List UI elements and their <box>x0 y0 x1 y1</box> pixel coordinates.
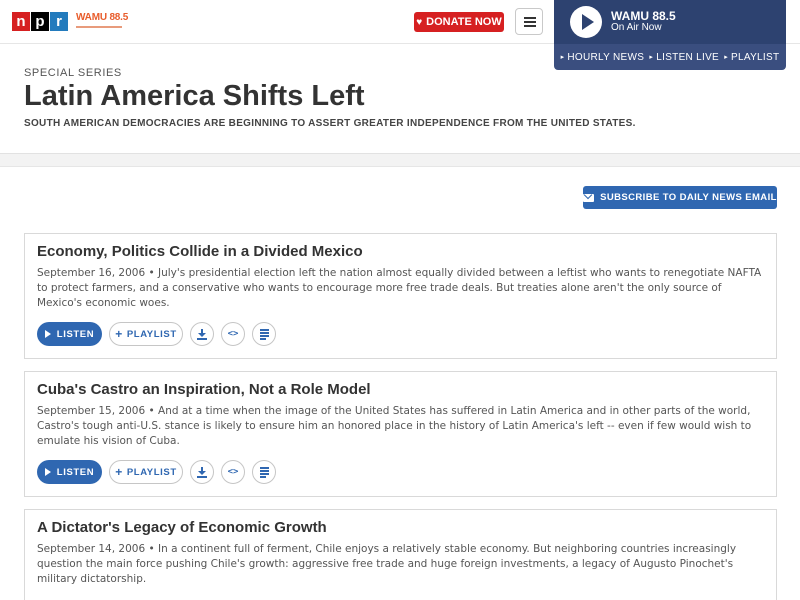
wamu-logo-text: WAMU 88.5 <box>76 12 129 23</box>
transcript-icon <box>259 329 269 340</box>
page-title: Latin America Shifts Left <box>24 80 365 112</box>
story-teaser: September 15, 2006 • And at a time when … <box>37 405 752 447</box>
subscribe-button[interactable]: SUBSCRIBE TO DAILY NEWS EMAIL <box>583 186 777 209</box>
story-date: September 16, 2006 <box>37 267 146 279</box>
header-divider <box>0 153 800 167</box>
embed-button[interactable]: <> <box>221 460 245 484</box>
playlist-label: PLAYLIST <box>126 328 177 340</box>
page-subtitle: SOUTH AMERICAN DEMOCRACIES ARE BEGINNING… <box>24 118 636 129</box>
hourly-news-link[interactable]: ▸ HOURLY NEWS <box>561 50 645 64</box>
story-card: Cuba's Castro an Inspiration, Not a Role… <box>24 371 777 497</box>
embed-button[interactable]: <> <box>221 322 245 346</box>
story-date: September 14, 2006 <box>37 543 146 555</box>
player-links: ▸ HOURLY NEWS ▸ LISTEN LIVE ▸ PLAYLIST <box>554 50 786 64</box>
listen-button[interactable]: LISTEN <box>37 460 102 484</box>
story-actions: LISTEN + PLAYLIST <> <box>37 322 276 346</box>
story-teaser-text: July's presidential election left the na… <box>37 267 762 309</box>
embed-icon: <> <box>227 329 239 339</box>
npr-logo[interactable]: n p r <box>12 12 69 31</box>
story-teaser-text: And at a time when the image of the Unit… <box>37 405 752 447</box>
plus-icon: + <box>115 465 123 479</box>
play-icon <box>582 14 594 30</box>
story-actions: LISTEN + PLAYLIST <> <box>37 460 276 484</box>
add-to-playlist-button[interactable]: + PLAYLIST <box>109 322 183 346</box>
transcript-button[interactable] <box>252 460 276 484</box>
story-teaser: September 14, 2006 • In a continent full… <box>37 543 737 585</box>
caret-right-icon: ▸ <box>560 54 565 61</box>
plus-icon: + <box>115 327 123 341</box>
caret-right-icon: ▸ <box>724 54 729 61</box>
player-station-name: WAMU 88.5 <box>611 9 676 23</box>
embed-icon: <> <box>227 467 239 477</box>
play-icon <box>44 330 51 338</box>
playlist-link-label: PLAYLIST <box>731 51 780 63</box>
npr-logo-n: n <box>12 12 30 31</box>
download-icon <box>197 466 207 478</box>
wamu-logo-rule <box>76 26 122 28</box>
listen-label: LISTEN <box>56 466 95 478</box>
transcript-icon <box>259 467 269 478</box>
listen-label: LISTEN <box>56 328 95 340</box>
transcript-button[interactable] <box>252 322 276 346</box>
series-label[interactable]: SPECIAL SERIES <box>24 67 122 79</box>
story-date: September 15, 2006 <box>37 405 146 417</box>
hourly-news-label: HOURLY NEWS <box>567 51 645 63</box>
subscribe-label: SUBSCRIBE TO DAILY NEWS EMAIL <box>600 192 777 203</box>
download-button[interactable] <box>190 460 214 484</box>
mail-icon <box>583 193 595 202</box>
listen-live-label: LISTEN LIVE <box>656 51 720 63</box>
player-header: WAMU 88.5 On Air Now <box>554 0 786 44</box>
story-card: Economy, Politics Collide in a Divided M… <box>24 233 777 359</box>
story-title[interactable]: A Dictator's Legacy of Economic Growth <box>37 519 327 536</box>
download-button[interactable] <box>190 322 214 346</box>
playlist-label: PLAYLIST <box>126 466 177 478</box>
player-status: On Air Now <box>611 22 662 33</box>
play-button[interactable] <box>570 6 602 38</box>
story-title[interactable]: Economy, Politics Collide in a Divided M… <box>37 243 363 260</box>
listen-button[interactable]: LISTEN <box>37 322 102 346</box>
heart-icon: ♥ <box>416 16 423 28</box>
donate-label: DONATE NOW <box>426 16 502 28</box>
playlist-link[interactable]: ▸ PLAYLIST <box>724 50 779 64</box>
add-to-playlist-button[interactable]: + PLAYLIST <box>109 460 183 484</box>
caret-right-icon: ▸ <box>649 54 654 61</box>
donate-button[interactable]: ♥ DONATE NOW <box>414 12 504 32</box>
wamu-logo[interactable]: WAMU 88.5 <box>76 12 129 31</box>
npr-logo-p: p <box>31 12 49 31</box>
npr-logo-r: r <box>50 12 68 31</box>
play-icon <box>44 468 51 476</box>
live-player: WAMU 88.5 On Air Now ▸ HOURLY NEWS ▸ LIS… <box>554 0 786 70</box>
story-card: A Dictator's Legacy of Economic Growth S… <box>24 509 777 600</box>
download-icon <box>197 328 207 340</box>
menu-button[interactable] <box>515 8 543 35</box>
story-title[interactable]: Cuba's Castro an Inspiration, Not a Role… <box>37 381 371 398</box>
listen-live-link[interactable]: ▸ LISTEN LIVE <box>649 50 719 64</box>
story-teaser: September 16, 2006 • July's presidential… <box>37 267 762 309</box>
